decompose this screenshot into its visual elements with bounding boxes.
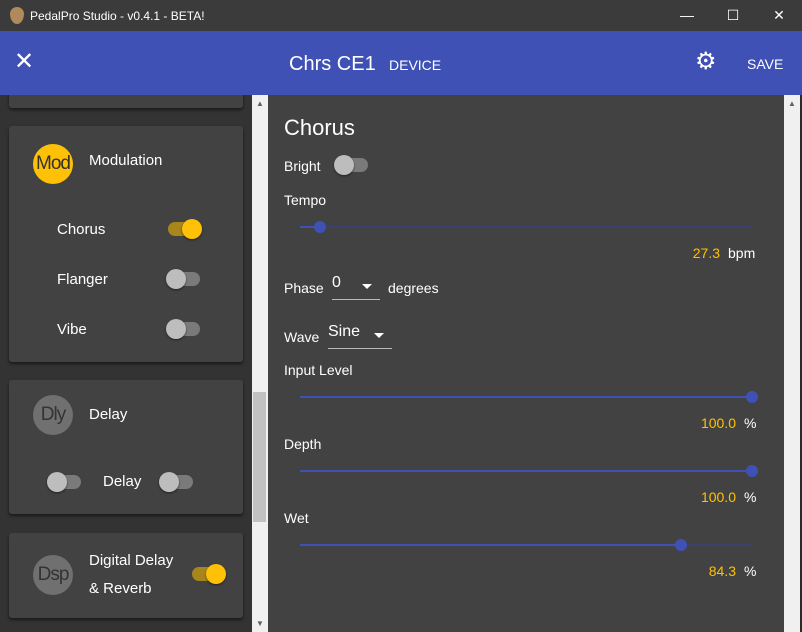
flanger-toggle[interactable] (166, 269, 202, 289)
tempo-value: 27.3 (692, 245, 720, 261)
item-label: Delay (103, 473, 142, 490)
phase-select[interactable]: 0 (332, 274, 380, 300)
input-level-unit: % (744, 415, 757, 431)
minimize-button[interactable]: — (664, 0, 710, 31)
wet-unit: % (744, 563, 757, 579)
slider-thumb[interactable] (314, 221, 327, 233)
depth-value: 100.0 (700, 489, 736, 505)
maximize-button[interactable]: ☐ (710, 0, 756, 31)
slider-thumb[interactable] (746, 465, 758, 477)
item-label: Flanger (57, 271, 108, 288)
chorus-toggle[interactable] (166, 219, 202, 239)
bright-toggle[interactable] (334, 155, 370, 175)
avatar: Dsp (33, 555, 73, 595)
scrollbar-thumb[interactable] (253, 392, 266, 522)
wet-label: Wet (284, 510, 309, 526)
page-subtitle: DEVICE (389, 57, 442, 73)
page-title: Chrs CE1 (289, 53, 376, 75)
slider-thumb[interactable] (675, 539, 688, 551)
card-title: Modulation (89, 152, 163, 169)
card-dsp: Dsp Digital Delay & Reverb (9, 533, 243, 618)
chevron-down-icon (374, 333, 384, 338)
gear-icon[interactable]: ⚙ (695, 50, 717, 74)
scroll-up-icon[interactable]: ▲ (788, 99, 796, 108)
window-title: PedalPro Studio - v0.4.1 - BETA! (30, 9, 205, 23)
delay-card-toggle[interactable] (47, 472, 83, 492)
avatar: Mod (33, 144, 73, 184)
window-close-button[interactable]: ✕ (756, 0, 802, 31)
card-modulation: Mod Modulation Chorus Flanger Vibe (9, 126, 243, 362)
tempo-slider[interactable] (300, 221, 752, 233)
card-title: Delay (89, 406, 128, 423)
sidebar-scrollbar[interactable]: ▲ ▼ (252, 95, 268, 632)
section-title: Chorus (284, 115, 355, 140)
avatar: Dly (33, 395, 73, 435)
editor-scrollbar[interactable]: ▲ (784, 95, 800, 632)
depth-slider[interactable] (300, 465, 758, 477)
phase-label: Phase (284, 280, 324, 296)
card-partial (9, 95, 243, 108)
tempo-unit: bpm (728, 245, 756, 261)
wet-slider[interactable] (300, 539, 752, 551)
card-delay: Dly Delay Delay (9, 380, 243, 514)
wave-value: Sine (328, 323, 361, 340)
slider-thumb[interactable] (746, 391, 758, 403)
sidebar: Mod Modulation Chorus Flanger Vibe Dly D… (0, 95, 252, 632)
wave-label: Wave (284, 329, 320, 345)
scroll-down-icon[interactable]: ▼ (256, 619, 264, 628)
item-label: Vibe (57, 321, 87, 338)
card-title-line2: & Reverb (89, 580, 152, 597)
depth-unit: % (744, 489, 757, 505)
dsp-toggle[interactable] (190, 564, 226, 584)
input-level-slider[interactable] (300, 391, 758, 403)
save-button[interactable]: SAVE (747, 56, 783, 72)
app-bar: ✕ Chrs CE1 DEVICE ⚙ SAVE (0, 31, 802, 95)
wave-select[interactable]: Sine (328, 323, 392, 349)
scroll-up-icon[interactable]: ▲ (256, 99, 264, 108)
bright-label: Bright (284, 158, 321, 174)
chevron-down-icon (362, 284, 372, 289)
input-level-value: 100.0 (700, 415, 736, 431)
depth-label: Depth (284, 436, 322, 452)
tempo-label: Tempo (284, 192, 327, 208)
phase-value: 0 (332, 274, 341, 291)
item-label: Chorus (57, 221, 106, 238)
app-logo-icon (10, 7, 24, 24)
close-icon[interactable]: ✕ (14, 50, 34, 74)
delay-toggle[interactable] (159, 472, 195, 492)
wet-value: 84.3 (708, 563, 736, 579)
editor-panel: Chorus Bright Tempo 27.3 bpm Phase 0 deg… (268, 95, 784, 632)
input-level-label: Input Level (284, 362, 353, 378)
phase-unit: degrees (388, 280, 439, 296)
card-title: Digital Delay (89, 552, 174, 569)
vibe-toggle[interactable] (166, 319, 202, 339)
title-bar: PedalPro Studio - v0.4.1 - BETA! — ☐ ✕ (0, 0, 802, 31)
